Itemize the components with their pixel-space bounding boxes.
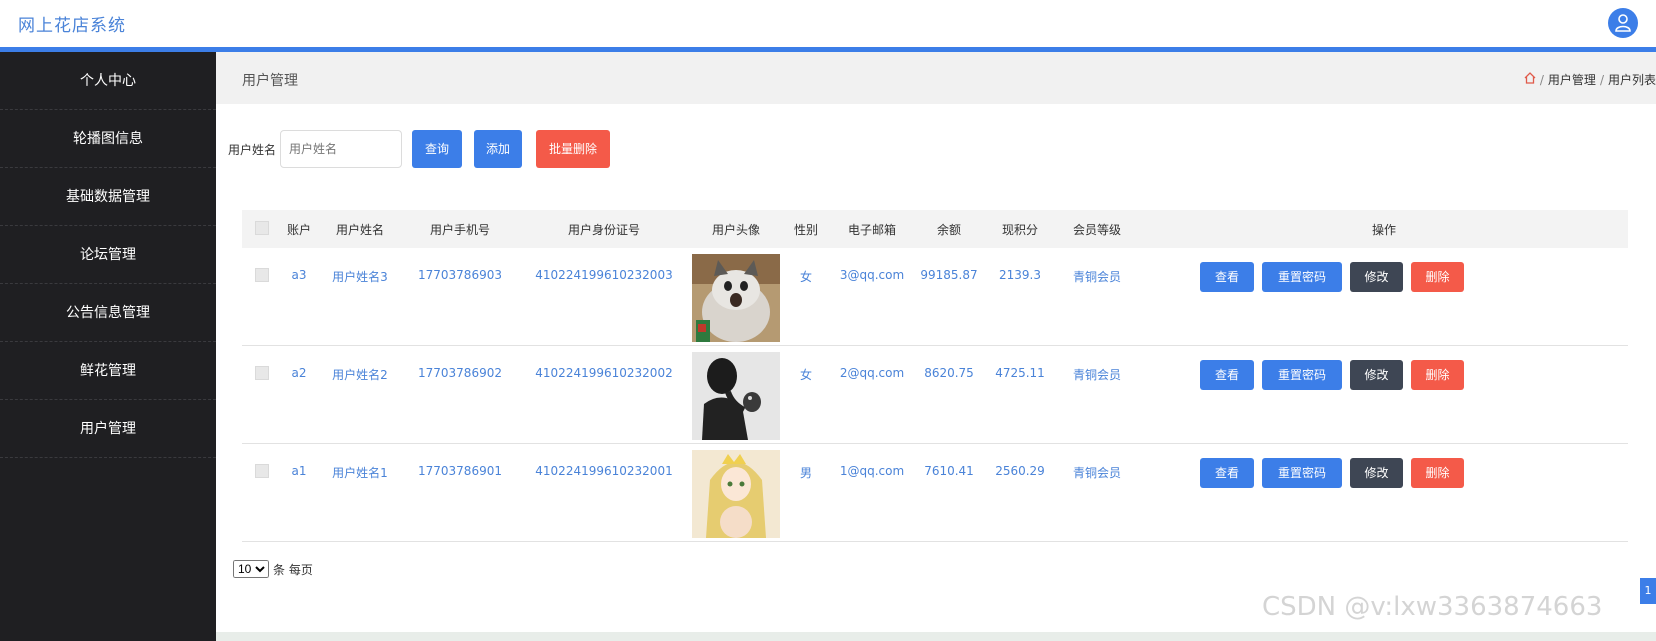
view-button[interactable]: 查看 [1200,458,1254,488]
sidebar-item-carousel[interactable]: 轮播图信息 [0,110,216,168]
sidebar-item-base-data[interactable]: 基础数据管理 [0,168,216,226]
table-row: a3 用户姓名3 17703786903 410224199610232003 [242,248,1628,346]
row-checkbox[interactable] [255,366,269,380]
column-header: 用户身份证号 [567,222,640,237]
column-header: 用户头像 [711,222,760,237]
cell-id-card: 410224199610232003 [535,268,673,282]
cell-phone: 17703786902 [418,366,502,380]
column-header: 电子邮箱 [847,222,896,237]
cell-phone: 17703786903 [418,268,502,282]
app-title: 网上花店系统 [18,16,126,36]
column-header: 用户姓名 [335,222,384,237]
page-header: 用户管理 / 用户管理 / 用户列表 [216,52,1656,104]
cell-name: 用户姓名2 [332,368,388,382]
cell-account: a1 [291,464,307,478]
edit-button[interactable]: 修改 [1350,262,1403,292]
edit-button[interactable]: 修改 [1350,458,1403,488]
page-title: 用户管理 [242,73,298,89]
avatar [692,450,780,538]
add-button[interactable]: 添加 [474,130,522,168]
user-avatar-icon[interactable] [1608,8,1638,38]
breadcrumb-item-user-management[interactable]: 用户管理 [1548,71,1596,88]
table-header: 账户 用户姓名 用户手机号 用户身份证号 用户头像 性别 电子邮箱 余额 现积分… [242,210,1628,248]
breadcrumb: / 用户管理 / 用户列表 [1524,71,1656,88]
cell-level: 青铜会员 [1072,466,1121,480]
table-row: a2 用户姓名2 17703786902 410224199610232002 … [242,346,1628,444]
column-header: 余额 [936,222,961,237]
main-content: 用户姓名 查询 添加 批量删除 账户 用户姓名 用户手机号 用户身份证号 用户头… [216,104,1656,641]
cell-balance: 99185.87 [920,268,978,282]
search-bar: 用户姓名 [228,130,403,168]
cell-balance: 8620.75 [924,366,974,380]
user-table: 账户 用户姓名 用户手机号 用户身份证号 用户头像 性别 电子邮箱 余额 现积分… [242,210,1628,542]
reset-password-button[interactable]: 重置密码 [1262,458,1342,488]
cell-gender: 女 [799,368,812,382]
query-button[interactable]: 查询 [412,130,462,168]
page-size-select[interactable]: 10 [233,560,269,578]
cell-points: 2560.29 [995,464,1045,478]
search-label: 用户姓名 [228,142,277,157]
cell-email: 3@qq.com [839,268,905,282]
cell-email: 1@qq.com [839,464,905,478]
page-size-suffix: 条 每页 [273,562,313,577]
breadcrumb-item-user-list: 用户列表 [1607,73,1656,87]
batch-delete-button[interactable]: 批量删除 [536,130,610,168]
column-header: 现积分 [1001,222,1038,237]
avatar [692,352,780,440]
top-bar: 网上花店系统 [0,0,1656,47]
bottom-bar [216,632,1656,641]
column-header: 操作 [1371,222,1396,237]
cell-balance: 7610.41 [924,464,974,478]
delete-button[interactable]: 删除 [1411,458,1464,488]
cell-points: 4725.11 [995,366,1045,380]
cell-id-card: 410224199610232002 [535,366,673,380]
page-number-button[interactable]: 1 [1640,578,1656,604]
view-button[interactable]: 查看 [1200,360,1254,390]
sidebar: 个人中心 轮播图信息 基础数据管理 论坛管理 公告信息管理 鲜花管理 用户管理 [0,52,216,641]
sidebar-item-users[interactable]: 用户管理 [0,400,216,458]
column-header: 性别 [793,222,818,237]
reset-password-button[interactable]: 重置密码 [1262,262,1342,292]
sidebar-item-flowers[interactable]: 鲜花管理 [0,342,216,400]
cell-name: 用户姓名1 [332,466,388,480]
cell-id-card: 410224199610232001 [535,464,673,478]
cell-phone: 17703786901 [418,464,502,478]
cell-gender: 男 [799,466,812,480]
cell-account: a2 [291,366,307,380]
cell-points: 2139.3 [999,268,1041,282]
pagination: 10 条 每页 [233,560,313,578]
cell-account: a3 [291,268,307,282]
row-checkbox[interactable] [255,268,269,282]
cell-name: 用户姓名3 [332,270,388,284]
sidebar-item-forum[interactable]: 论坛管理 [0,226,216,284]
column-header: 会员等级 [1072,222,1121,237]
watermark: CSDN @v:lxw3363874663 [1262,592,1603,622]
delete-button[interactable]: 删除 [1411,360,1464,390]
column-header: 用户手机号 [429,222,490,237]
home-icon[interactable] [1524,72,1536,87]
cell-gender: 女 [799,270,812,284]
cell-email: 2@qq.com [839,366,905,380]
reset-password-button[interactable]: 重置密码 [1262,360,1342,390]
delete-button[interactable]: 删除 [1411,262,1464,292]
edit-button[interactable]: 修改 [1350,360,1403,390]
table-row: a1 用户姓名1 17703786901 410224199610232001 [242,444,1628,542]
search-input[interactable] [280,130,403,168]
cell-level: 青铜会员 [1072,270,1121,284]
select-all-checkbox[interactable] [255,220,269,235]
cell-level: 青铜会员 [1072,368,1121,382]
sidebar-item-notice[interactable]: 公告信息管理 [0,284,216,342]
row-checkbox[interactable] [255,464,269,478]
view-button[interactable]: 查看 [1200,262,1254,292]
avatar [692,254,780,342]
sidebar-item-profile[interactable]: 个人中心 [0,52,216,110]
column-header: 账户 [286,222,311,237]
